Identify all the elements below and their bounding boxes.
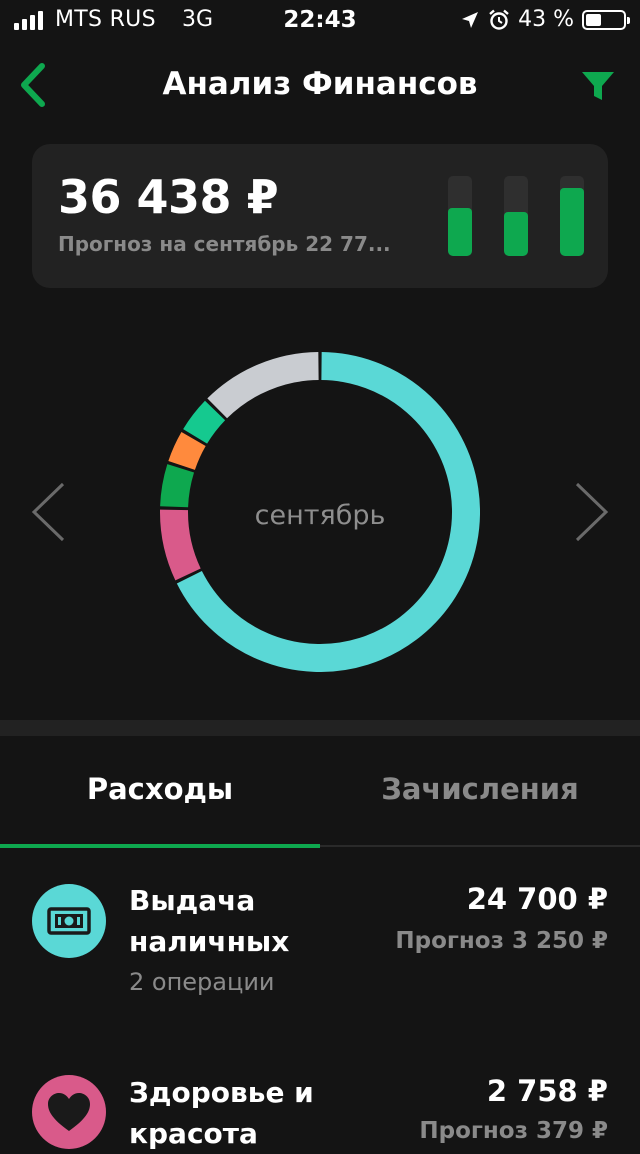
item-amount: 2 758 ₽ (486, 1074, 608, 1108)
donut-slice-5[interactable] (207, 352, 319, 419)
item-name: Выдача наличных (129, 880, 289, 962)
item-amount: 24 700 ₽ (466, 882, 608, 916)
location-arrow-icon (462, 11, 479, 28)
item-forecast: Прогноз 3 250 ₽ (395, 928, 608, 954)
item-name-line: красота (129, 1117, 258, 1150)
item-name-line: наличных (129, 925, 290, 958)
tab-income[interactable]: Зачисления (320, 772, 640, 806)
tab-expenses[interactable]: Расходы (0, 772, 320, 806)
filter-icon[interactable] (578, 66, 618, 106)
tab-active-indicator (0, 844, 320, 848)
chart-month-label: сентябрь (254, 500, 386, 531)
forecast-text: Прогноз на сентябрь 22 77... (58, 232, 391, 256)
item-name: Здоровье и красота (129, 1072, 314, 1154)
battery-level (586, 13, 602, 26)
item-name-line: Выдача (129, 884, 256, 917)
donut-slice-4[interactable] (183, 400, 226, 444)
item-forecast: Прогноз 379 ₽ (419, 1118, 608, 1144)
status-bar: MTS RUS 3G 22:43 43 % (0, 0, 640, 40)
status-right: 43 % (460, 7, 630, 32)
heart-icon (32, 1075, 106, 1149)
chevron-left-icon[interactable] (28, 480, 68, 544)
item-operations: 2 операции (129, 968, 275, 996)
mini-bar (448, 176, 472, 256)
battery-percent: 43 % (518, 7, 574, 32)
item-name-line: Здоровье и (129, 1076, 314, 1109)
cash-icon (32, 884, 106, 958)
mini-bar-fill (448, 208, 472, 256)
page-title: Анализ Финансов (162, 66, 478, 102)
total-amount: 36 438 ₽ (58, 170, 279, 224)
mini-bar (504, 176, 528, 256)
section-divider (0, 720, 640, 736)
mini-bar-fill (504, 212, 528, 256)
mini-bar (560, 176, 584, 256)
donut-slice-3[interactable] (168, 432, 206, 471)
battery-icon (582, 9, 630, 30)
mini-bar-fill (560, 188, 584, 256)
chevron-right-icon[interactable] (572, 480, 612, 544)
alarm-icon (489, 9, 509, 30)
